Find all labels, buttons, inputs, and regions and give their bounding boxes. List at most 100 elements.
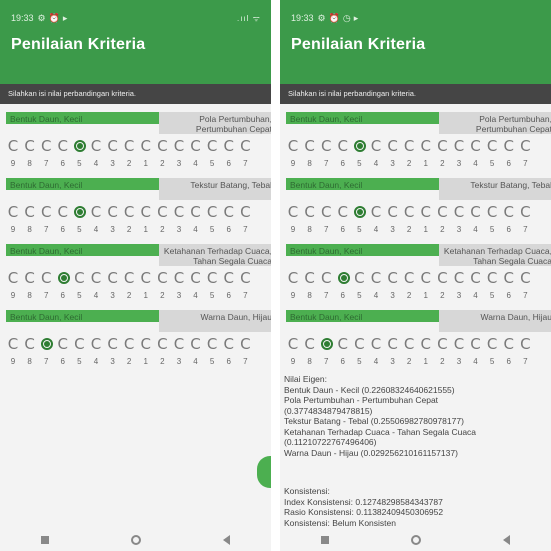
radio-button[interactable]: C	[106, 271, 120, 286]
radio-button[interactable]: C	[6, 139, 20, 154]
radio-button[interactable]: C	[39, 139, 53, 154]
radio-button[interactable]: C	[369, 139, 383, 154]
radio-button[interactable]: C	[402, 271, 416, 286]
radio-button[interactable]: C	[435, 205, 449, 220]
radio-button[interactable]: C	[402, 205, 416, 220]
radio-button[interactable]: C	[122, 205, 136, 220]
radio-button[interactable]: C	[518, 337, 532, 352]
radio-button[interactable]: C	[222, 337, 236, 352]
radio-button[interactable]: C	[319, 205, 333, 220]
radio-button-selected[interactable]: C	[319, 337, 334, 351]
home-icon[interactable]	[131, 535, 141, 545]
back-icon[interactable]	[503, 535, 510, 545]
submit-fab-button[interactable]	[257, 456, 271, 488]
radio-button[interactable]: C	[122, 271, 136, 286]
radio-button[interactable]: C	[106, 139, 120, 154]
radio-button[interactable]: C	[336, 205, 350, 220]
radio-button[interactable]: C	[286, 337, 300, 352]
radio-button[interactable]: C	[369, 271, 383, 286]
radio-button[interactable]: C	[469, 337, 483, 352]
radio-button[interactable]: C	[502, 271, 516, 286]
radio-button[interactable]: C	[336, 139, 350, 154]
back-icon[interactable]	[223, 535, 230, 545]
radio-button[interactable]: C	[452, 337, 466, 352]
radio-button[interactable]: C	[39, 205, 53, 220]
radio-button[interactable]: C	[419, 271, 433, 286]
radio-button[interactable]: C	[319, 139, 333, 154]
radio-button[interactable]: C	[139, 139, 153, 154]
radio-button[interactable]: C	[352, 337, 366, 352]
radio-button[interactable]: C	[419, 139, 433, 154]
radio-button[interactable]: C	[172, 139, 186, 154]
radio-button[interactable]: C	[6, 271, 20, 286]
radio-button[interactable]: C	[106, 337, 120, 352]
radio-button[interactable]: C	[452, 139, 466, 154]
radio-button[interactable]: C	[319, 271, 333, 286]
radio-button[interactable]: C	[122, 337, 136, 352]
radio-button[interactable]: C	[286, 271, 300, 286]
radio-button[interactable]: C	[238, 139, 252, 154]
radio-button[interactable]: C	[485, 337, 499, 352]
radio-button[interactable]: C	[23, 139, 37, 154]
radio-button[interactable]: C	[386, 205, 400, 220]
radio-button[interactable]: C	[485, 271, 499, 286]
radio-button[interactable]: C	[469, 205, 483, 220]
radio-button[interactable]: C	[89, 139, 103, 154]
radio-button[interactable]: C	[56, 337, 70, 352]
radio-button[interactable]: C	[386, 271, 400, 286]
radio-button[interactable]: C	[205, 337, 219, 352]
radio-button-selected[interactable]: C	[56, 271, 70, 285]
radio-button[interactable]: C	[502, 139, 516, 154]
radio-button[interactable]: C	[369, 205, 383, 220]
radio-button[interactable]: C	[189, 139, 203, 154]
home-icon[interactable]	[411, 535, 421, 545]
radio-button[interactable]: C	[139, 271, 153, 286]
radio-button[interactable]: C	[419, 337, 433, 352]
radio-button[interactable]: C	[23, 271, 37, 286]
radio-button[interactable]: C	[419, 205, 433, 220]
radio-button[interactable]: C	[303, 205, 317, 220]
radio-button[interactable]: C	[39, 271, 53, 286]
radio-button[interactable]: C	[469, 139, 483, 154]
radio-button[interactable]: C	[435, 337, 449, 352]
radio-button[interactable]: C	[518, 205, 532, 220]
radio-button[interactable]: C	[485, 205, 499, 220]
radio-button[interactable]: C	[6, 205, 20, 220]
radio-button[interactable]: C	[452, 271, 466, 286]
radio-button-selected[interactable]: C	[72, 205, 87, 219]
radio-button[interactable]: C	[172, 271, 186, 286]
radio-button[interactable]: C	[89, 205, 103, 220]
radio-button-selected[interactable]: C	[352, 139, 367, 153]
radio-button[interactable]: C	[155, 271, 169, 286]
radio-button[interactable]: C	[386, 139, 400, 154]
radio-button[interactable]: C	[72, 271, 86, 286]
radio-button[interactable]: C	[238, 205, 252, 220]
radio-button[interactable]: C	[303, 337, 317, 352]
radio-button[interactable]: C	[303, 139, 317, 154]
radio-button[interactable]: C	[336, 337, 350, 352]
radio-button-selected[interactable]: C	[39, 337, 54, 351]
radio-button[interactable]: C	[518, 271, 532, 286]
radio-button[interactable]: C	[485, 139, 499, 154]
radio-button[interactable]: C	[155, 139, 169, 154]
radio-button[interactable]: C	[402, 337, 416, 352]
radio-button[interactable]: C	[189, 337, 203, 352]
radio-button[interactable]: C	[172, 337, 186, 352]
radio-button[interactable]: C	[435, 271, 449, 286]
radio-button[interactable]: C	[452, 205, 466, 220]
radio-button[interactable]: C	[139, 337, 153, 352]
radio-button[interactable]: C	[518, 139, 532, 154]
radio-button-selected[interactable]: C	[336, 271, 350, 285]
radio-button[interactable]: C	[303, 271, 317, 286]
radio-button[interactable]: C	[89, 337, 103, 352]
radio-button[interactable]: C	[222, 139, 236, 154]
radio-button[interactable]: C	[189, 271, 203, 286]
radio-button[interactable]: C	[139, 205, 153, 220]
radio-button[interactable]: C	[502, 337, 516, 352]
recents-icon[interactable]	[321, 536, 329, 544]
radio-button[interactable]: C	[155, 205, 169, 220]
radio-button[interactable]: C	[106, 205, 120, 220]
radio-button[interactable]: C	[23, 205, 37, 220]
radio-button[interactable]: C	[222, 271, 236, 286]
radio-button[interactable]: C	[369, 337, 383, 352]
